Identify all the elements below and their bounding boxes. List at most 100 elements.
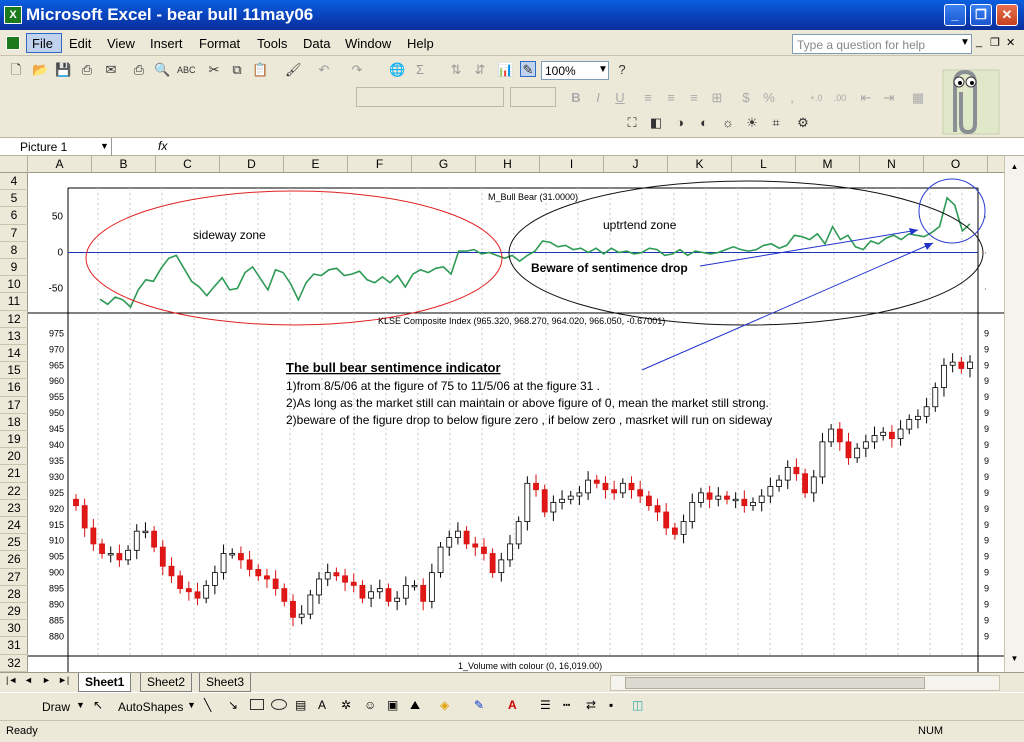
minimize-button[interactable]: _ [944, 4, 966, 26]
doc-restore-icon[interactable]: ❐ [990, 36, 1000, 49]
format-painter-icon[interactable]: 🖌 [285, 62, 302, 78]
menu-file[interactable]: File [32, 36, 53, 51]
scroll-up-icon[interactable]: ▲ [1007, 162, 1022, 176]
row-header-23[interactable]: 23 [0, 500, 28, 517]
worksheet-grid[interactable]: M_Bull Bear (31.0000) 50 · 0 · -50 · sideway zo… [28, 173, 1004, 672]
row-header-11[interactable]: 11 [0, 293, 28, 311]
email-icon[interactable]: ✉ [103, 62, 119, 78]
copy-icon[interactable]: ⧉ [229, 62, 245, 78]
row-header-9[interactable]: 9 [0, 259, 28, 277]
increase-indent-icon[interactable]: ⇥ [881, 90, 897, 106]
help-search-input[interactable]: Type a question for help [792, 34, 972, 54]
horizontal-scroll-thumb[interactable] [625, 677, 925, 689]
drawing-toggle-icon[interactable]: ✎ [520, 61, 536, 77]
row-header-24[interactable]: 24 [0, 517, 28, 535]
select-all-corner[interactable] [0, 156, 28, 173]
vertical-scrollbar[interactable]: ▲ ▼ [1004, 156, 1024, 672]
tab-sheet3[interactable]: Sheet3 [199, 673, 252, 692]
sort-descending-icon[interactable]: ⇵ [472, 62, 488, 78]
column-header-j[interactable]: J [604, 156, 668, 173]
excel-app-icon[interactable]: X [4, 6, 22, 24]
cut-icon[interactable]: ✂ [206, 62, 222, 78]
print-preview-icon[interactable]: 🔍 [154, 62, 170, 78]
row-header-13[interactable]: 13 [0, 328, 28, 345]
undo-icon[interactable]: ↶ [316, 62, 332, 78]
draw-menu[interactable]: Draw [42, 700, 70, 714]
autoshapes-menu[interactable]: AutoShapes [118, 700, 183, 714]
arrow-style-icon[interactable]: ⇄ [586, 698, 596, 712]
row-header-17[interactable]: 17 [0, 397, 28, 414]
column-header-d[interactable]: D [220, 156, 284, 173]
column-header-e[interactable]: E [284, 156, 348, 173]
column-header-k[interactable]: K [668, 156, 732, 173]
align-right-icon[interactable]: ≡ [686, 90, 702, 106]
tab-sheet2[interactable]: Sheet2 [140, 673, 193, 692]
3d-style-icon[interactable]: ◫ [632, 698, 643, 712]
insert-wordart-icon[interactable]: A [318, 698, 326, 712]
name-box-dropdown-icon[interactable]: ▼ [100, 141, 109, 151]
chart-picture[interactable]: M_Bull Bear (31.0000)50·0 ·-50 ·sideway zo… [28, 173, 1004, 672]
tab-first-icon[interactable]: |◄ [6, 675, 17, 685]
row-header-28[interactable]: 28 [0, 586, 28, 603]
decrease-indent-icon[interactable]: ⇤ [858, 90, 874, 106]
maximize-button[interactable]: ❐ [970, 4, 992, 26]
help-dropdown-arrow-icon[interactable]: ▼ [960, 37, 970, 48]
menu-data[interactable]: Data [303, 36, 330, 51]
sort-ascending-icon[interactable]: ⇅ [448, 62, 464, 78]
doc-minimize-icon[interactable]: _ [976, 36, 982, 48]
align-center-icon[interactable]: ≡ [663, 90, 679, 106]
font-color-icon[interactable]: A [508, 698, 517, 712]
rectangle-icon[interactable] [250, 699, 264, 710]
less-brightness-icon[interactable]: ☀ [744, 115, 760, 131]
row-header-32[interactable]: 32 [0, 655, 28, 672]
bold-icon[interactable]: B [568, 90, 584, 106]
row-header-7[interactable]: 7 [0, 225, 28, 242]
column-header-o[interactable]: O [924, 156, 988, 173]
menu-view[interactable]: View [107, 36, 135, 51]
row-header-19[interactable]: 19 [0, 431, 28, 449]
open-icon[interactable]: 📂 [32, 62, 48, 78]
row-header-30[interactable]: 30 [0, 620, 28, 638]
row-header-15[interactable]: 15 [0, 362, 28, 380]
row-header-6[interactable]: 6 [0, 207, 28, 225]
paste-icon[interactable]: 📋 [252, 62, 268, 78]
redo-icon[interactable]: ↷ [349, 62, 365, 78]
underline-icon[interactable]: U [612, 90, 628, 106]
draw-dropdown-icon[interactable]: ▼ [76, 700, 85, 710]
hyperlink-icon[interactable]: 🌐 [389, 62, 405, 78]
formula-input[interactable] [180, 138, 1024, 156]
row-header-31[interactable]: 31 [0, 637, 28, 655]
tab-next-icon[interactable]: ► [42, 675, 51, 685]
insert-picture-icon[interactable]: ⛶ [624, 115, 640, 131]
column-header-a[interactable]: A [28, 156, 92, 173]
decrease-decimal-icon[interactable]: .00 [832, 90, 848, 106]
spelling-icon[interactable]: ABC [177, 62, 196, 78]
doc-close-icon[interactable]: ✕ [1006, 36, 1015, 49]
picture-icon[interactable]: ⛰ [410, 698, 420, 713]
permission-icon[interactable]: ⎙ [79, 62, 95, 78]
column-header-l[interactable]: L [732, 156, 796, 173]
column-header-f[interactable]: F [348, 156, 412, 173]
column-header-h[interactable]: H [476, 156, 540, 173]
insert-picture-draw-icon[interactable]: ▣ [387, 698, 398, 712]
increase-decimal-icon[interactable]: +.0 [808, 90, 824, 106]
column-header-g[interactable]: G [412, 156, 476, 173]
menu-format[interactable]: Format [199, 36, 240, 51]
row-header-5[interactable]: 5 [0, 190, 28, 208]
text-box-icon[interactable]: ▤ [295, 698, 306, 712]
menu-tools[interactable]: Tools [257, 36, 287, 51]
autosum-icon[interactable]: Σ [412, 62, 428, 78]
merge-center-icon[interactable]: ⊞ [709, 90, 725, 106]
diagram-icon[interactable]: ✲ [341, 698, 351, 712]
font-name-select[interactable] [356, 87, 504, 107]
borders-icon[interactable]: ▦ [910, 90, 926, 106]
more-brightness-icon[interactable]: ☼ [720, 115, 736, 131]
italic-icon[interactable]: I [590, 90, 606, 106]
format-picture-icon[interactable]: ⚙ [795, 115, 811, 131]
zoom-dropdown-arrow-icon[interactable]: ▼ [598, 64, 608, 75]
workbook-icon[interactable] [6, 36, 20, 50]
row-header-20[interactable]: 20 [0, 448, 28, 466]
row-header-29[interactable]: 29 [0, 603, 28, 621]
arrow-icon[interactable]: ↘ [228, 698, 238, 712]
row-header-10[interactable]: 10 [0, 276, 28, 294]
